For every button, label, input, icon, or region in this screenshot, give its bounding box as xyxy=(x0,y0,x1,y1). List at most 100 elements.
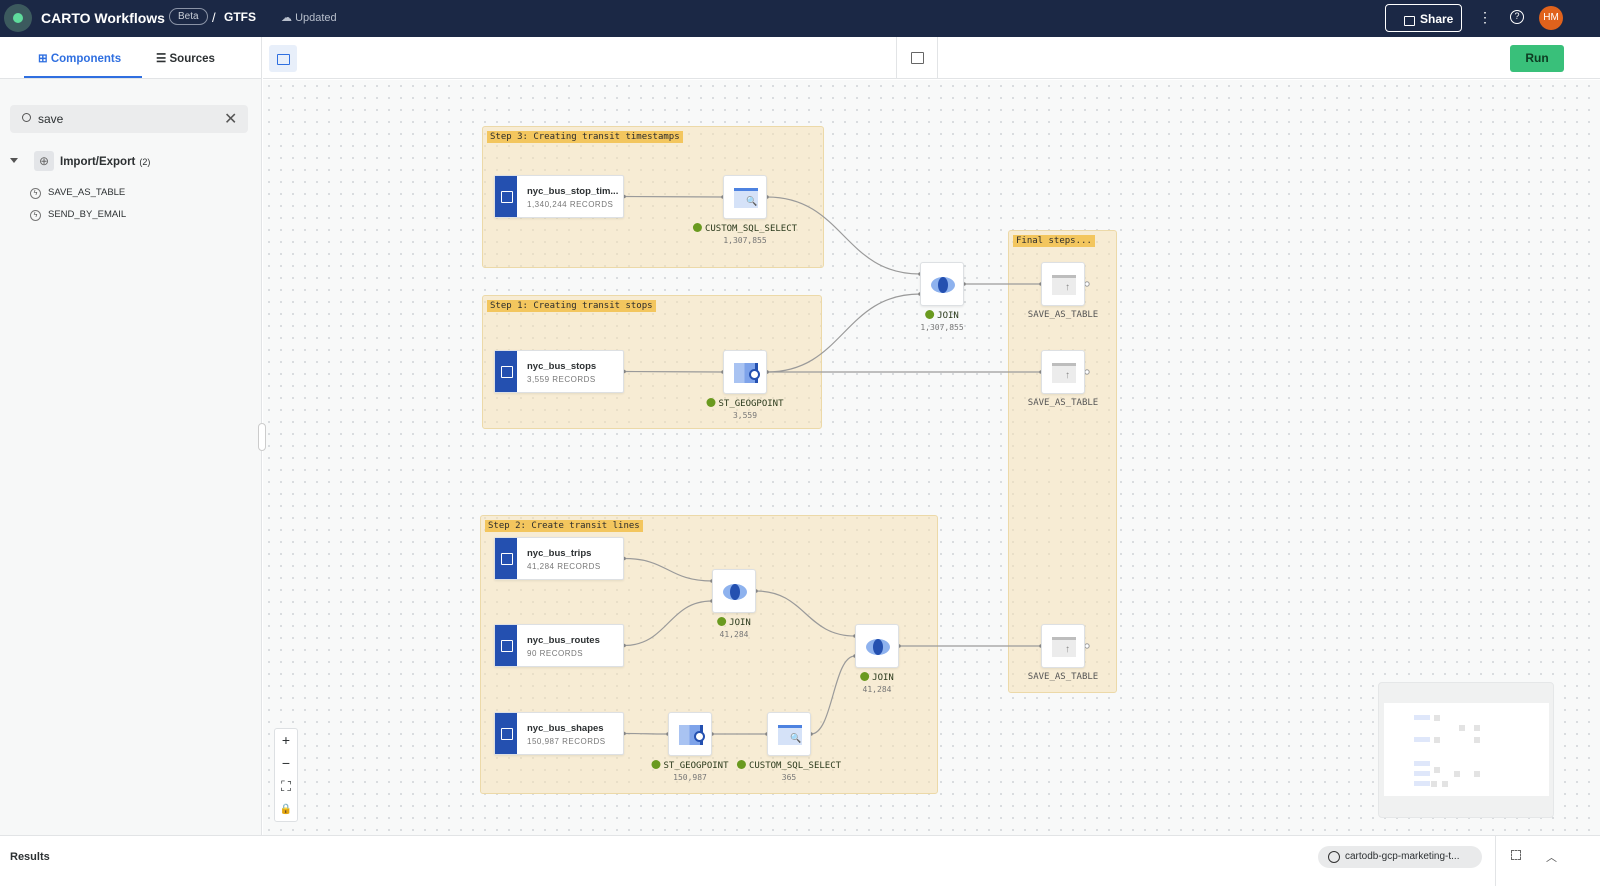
component-label-text: ST_GEOGPOINT xyxy=(718,399,784,409)
component-label: JOIN xyxy=(860,672,894,683)
component-label: CUSTOM_SQL_SELECT xyxy=(692,223,797,234)
source-node-stop_times[interactable]: nyc_bus_stop_tim... 1,340,244 RECORDS xyxy=(494,175,624,218)
edge-routes-join2[interactable] xyxy=(623,600,713,647)
connection-chip[interactable]: cartodb-gcp-marketing-t... xyxy=(1318,846,1482,868)
edge-shapes-geo2[interactable] xyxy=(623,732,669,735)
source-name: nyc_bus_stop_tim... xyxy=(527,186,619,197)
grid-icon: ⊞ xyxy=(38,53,51,65)
geo-icon xyxy=(734,363,760,383)
cloud-check-icon: ☁ xyxy=(281,12,296,24)
component-node-save3[interactable] xyxy=(1041,624,1085,668)
category-label: Import/Export xyxy=(60,156,136,168)
category-import-export[interactable]: ⊕ Import/Export (2) xyxy=(10,151,250,174)
geo-icon xyxy=(679,725,705,745)
join-icon xyxy=(931,275,955,295)
component-count: 150,987 xyxy=(673,773,707,782)
component-count: 3,559 xyxy=(732,411,758,420)
component-node-join1[interactable] xyxy=(920,262,964,306)
edge-stop_times-sql1[interactable] xyxy=(623,195,724,198)
tab-label: Sources xyxy=(169,53,215,65)
run-button[interactable]: Run xyxy=(1510,45,1564,72)
minimap[interactable] xyxy=(1378,682,1554,818)
edge-join2-join3[interactable] xyxy=(755,590,856,637)
app-title: CARTO Workflows xyxy=(41,10,165,26)
success-check-icon xyxy=(736,760,746,769)
component-node-geo2[interactable] xyxy=(668,712,712,756)
kebab-icon[interactable]: ⋮ xyxy=(1478,9,1492,26)
output-port[interactable] xyxy=(1084,369,1090,375)
bolt-icon: ϟ xyxy=(30,210,41,221)
caret-down-icon[interactable] xyxy=(10,158,18,167)
source-node-trips[interactable]: nyc_bus_trips 41,284 RECORDS xyxy=(494,537,624,580)
component-node-join3[interactable] xyxy=(855,624,899,668)
component-node-sql2[interactable] xyxy=(767,712,811,756)
sql-icon xyxy=(734,188,758,208)
source-name: nyc_bus_routes xyxy=(527,635,600,646)
component-node-geo1[interactable] xyxy=(723,350,767,394)
source-records: 41,284 RECORDS xyxy=(527,562,601,571)
component-send-by-email[interactable]: ϟ SEND_BY_EMAIL xyxy=(30,209,126,221)
source-name: nyc_bus_trips xyxy=(527,548,592,559)
component-save-as-table[interactable]: ϟ SAVE_AS_TABLE xyxy=(30,187,125,199)
beta-badge: Beta xyxy=(169,8,208,25)
zoom-out-icon[interactable]: − xyxy=(275,752,297,775)
carto-logo[interactable] xyxy=(4,4,32,32)
bolt-icon: ϟ xyxy=(30,188,41,199)
tab-components[interactable]: ⊞ Components xyxy=(38,51,121,65)
share-button[interactable]: Share xyxy=(1385,4,1462,32)
avatar[interactable]: HM xyxy=(1539,6,1563,30)
join-icon xyxy=(723,582,747,602)
source-node-stops[interactable]: nyc_bus_stops 3,559 RECORDS xyxy=(494,350,624,393)
workflow-canvas[interactable]: Step 3: Creating transit timestamps Step … xyxy=(263,80,1600,835)
edge-sql1-join1[interactable] xyxy=(766,196,921,275)
add-annotation-icon[interactable] xyxy=(896,37,938,79)
toggle-panel-icon[interactable] xyxy=(269,45,297,72)
sidebar-resize-handle[interactable] xyxy=(258,423,266,451)
search-input[interactable] xyxy=(38,105,218,133)
clear-search-icon[interactable]: ✕ xyxy=(224,109,237,129)
results-title[interactable]: Results xyxy=(10,851,50,863)
source-node-shapes[interactable]: nyc_bus_shapes 150,987 RECORDS xyxy=(494,712,624,755)
component-label-text: ST_GEOGPOINT xyxy=(663,761,729,771)
success-check-icon xyxy=(925,310,935,319)
breadcrumb-separator: / xyxy=(212,10,216,25)
search-box: ✕ xyxy=(10,105,248,133)
output-port[interactable] xyxy=(1084,281,1090,287)
component-label-text: JOIN xyxy=(872,673,894,683)
source-node-routes[interactable]: nyc_bus_routes 90 RECORDS xyxy=(494,624,624,667)
source-records: 150,987 RECORDS xyxy=(527,737,606,746)
zoom-in-icon[interactable]: + xyxy=(275,729,297,752)
source-records: 90 RECORDS xyxy=(527,649,584,658)
tab-label: Components xyxy=(50,53,122,65)
source-records: 3,559 RECORDS xyxy=(527,375,596,384)
source-name: nyc_bus_stops xyxy=(527,361,597,372)
save-status-text: Updated xyxy=(295,12,337,24)
component-label: JOIN xyxy=(925,310,959,321)
component-node-save1[interactable] xyxy=(1041,262,1085,306)
component-node-save2[interactable] xyxy=(1041,350,1085,394)
edge-sql2-join3[interactable] xyxy=(810,655,856,735)
table-icon xyxy=(495,351,517,392)
success-check-icon xyxy=(706,398,716,407)
table-icon xyxy=(495,625,517,666)
edge-geo1-join1[interactable] xyxy=(766,293,921,373)
component-node-sql1[interactable] xyxy=(723,175,767,219)
table-icon xyxy=(495,538,517,579)
edge-stops-geo1[interactable] xyxy=(623,370,724,373)
component-node-join2[interactable] xyxy=(712,569,756,613)
tab-sources[interactable]: ☰ Sources xyxy=(156,51,215,65)
table-icon xyxy=(495,713,517,754)
output-port[interactable] xyxy=(1084,643,1090,649)
component-label-text: JOIN xyxy=(937,311,959,321)
lock-icon[interactable]: 🔒 xyxy=(275,798,297,821)
workflow-name[interactable]: GTFS xyxy=(224,10,256,24)
success-check-icon xyxy=(860,672,870,681)
fit-view-icon[interactable]: ⛶ xyxy=(275,775,297,798)
save-icon xyxy=(1052,363,1076,383)
help-icon[interactable]: ? xyxy=(1510,10,1524,24)
fullscreen-icon[interactable] xyxy=(1511,850,1521,860)
edge-trips-join2[interactable] xyxy=(623,557,713,582)
source-name: nyc_bus_shapes xyxy=(527,723,604,734)
chevron-up-icon[interactable]: ︿ xyxy=(1546,849,1557,865)
component-label: ST_GEOGPOINT xyxy=(651,760,729,771)
